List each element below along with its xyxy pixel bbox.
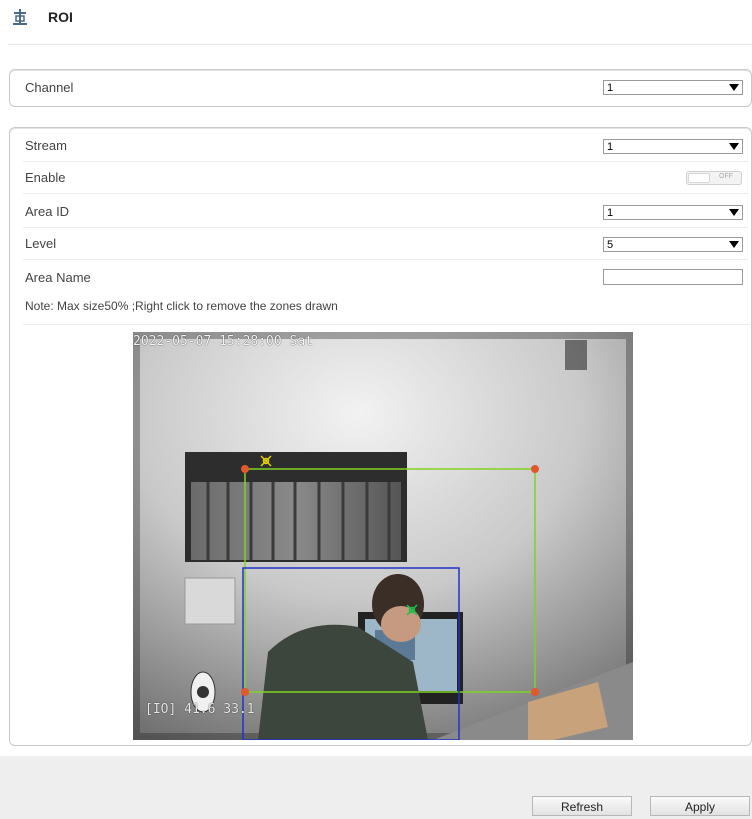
video-timestamp: 2022-05-07 15:28:00 Sat [133, 334, 314, 349]
footer-bar: Refresh Apply [0, 756, 752, 819]
area-name-row: Area Name [10, 262, 749, 294]
row-divider [23, 193, 748, 194]
area-name-label: Area Name [25, 270, 91, 285]
chevron-down-icon [729, 209, 739, 216]
level-select[interactable]: 5 [603, 237, 743, 252]
header-divider [8, 44, 752, 45]
apply-button[interactable]: Apply [650, 796, 750, 816]
enable-row: Enable OFF [10, 162, 749, 194]
row-divider [23, 324, 750, 325]
toggle-knob [688, 173, 710, 183]
chevron-down-icon [729, 241, 739, 248]
enable-toggle[interactable]: OFF [686, 171, 742, 185]
level-label: Level [25, 236, 57, 251]
toggle-state: OFF [719, 173, 733, 180]
channel-value: 1 [607, 82, 614, 94]
level-row: Level 5 [10, 228, 749, 260]
channel-label: Channel [25, 80, 74, 95]
roi-icon [13, 9, 27, 25]
page-header: ROI [0, 0, 752, 45]
channel-select[interactable]: 1 [603, 80, 743, 95]
stream-label: Stream [25, 138, 67, 153]
area-id-value: 1 [607, 207, 614, 219]
level-value: 5 [607, 239, 614, 251]
video-preview[interactable]: 2022-05-07 15:28:00 Sat [IO] 41.6 33.1 [133, 332, 633, 740]
chevron-down-icon [729, 84, 739, 91]
stream-select[interactable]: 1 [603, 139, 743, 154]
chevron-down-icon [729, 143, 739, 150]
channel-panel: Channel 1 [9, 69, 752, 107]
refresh-button[interactable]: Refresh [532, 796, 632, 816]
note-text: Note: Max size50% ;Right click to remove… [25, 299, 338, 313]
roi-settings-panel: Stream 1 Enable OFF Area ID 1 Level 5 Ar… [9, 127, 752, 746]
stream-row: Stream 1 [10, 130, 749, 162]
area-name-input[interactable] [603, 269, 743, 285]
area-id-row: Area ID 1 [10, 196, 749, 228]
area-id-select[interactable]: 1 [603, 205, 743, 220]
enable-label: Enable [25, 170, 66, 185]
row-divider [23, 259, 748, 260]
video-osd-text: [IO] 41.6 33.1 [145, 702, 255, 717]
stream-value: 1 [607, 141, 614, 153]
channel-row: Channel 1 [10, 72, 749, 104]
area-id-label: Area ID [25, 204, 70, 219]
page-title: ROI [48, 9, 73, 25]
camera-frame [133, 332, 633, 740]
